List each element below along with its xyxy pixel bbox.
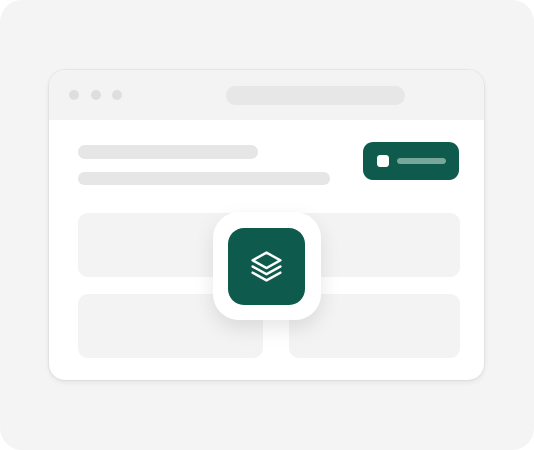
- button-label-skeleton: [397, 158, 446, 164]
- app-icon-button[interactable]: [228, 228, 305, 305]
- window-titlebar: [49, 70, 484, 120]
- window-control-dot[interactable]: [112, 90, 122, 100]
- canvas-background: [0, 0, 534, 450]
- layers-icon: [251, 251, 282, 282]
- subtitle-skeleton: [78, 172, 330, 185]
- title-skeleton: [78, 145, 258, 159]
- address-bar-placeholder[interactable]: [226, 86, 405, 105]
- primary-action-button[interactable]: [363, 142, 459, 180]
- square-icon: [377, 155, 389, 167]
- window-control-dot[interactable]: [91, 90, 101, 100]
- window-control-dot[interactable]: [69, 90, 79, 100]
